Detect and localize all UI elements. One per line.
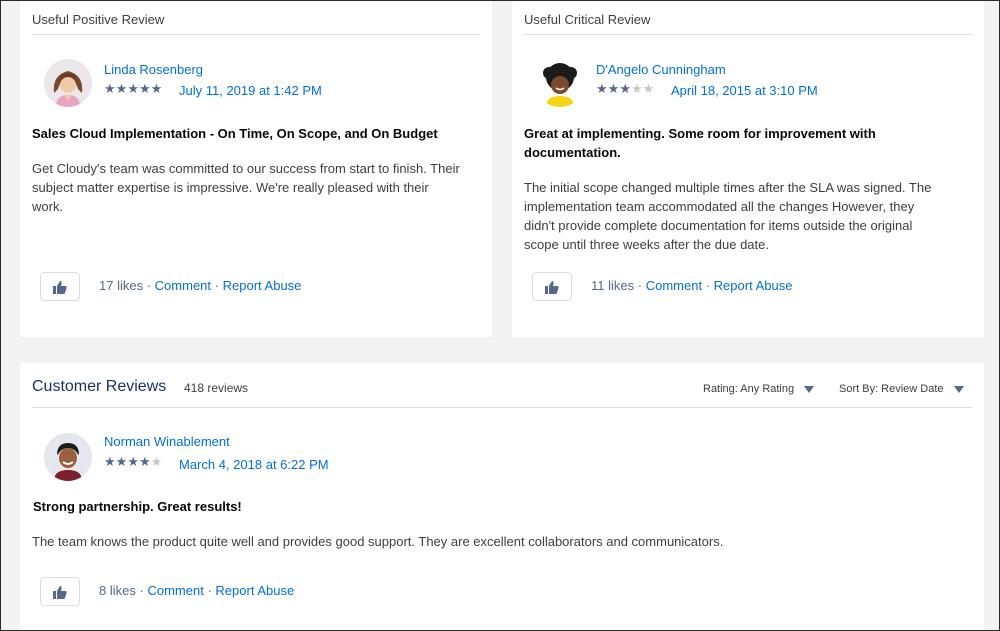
positive-author-link[interactable]: Linda Rosenberg <box>104 62 203 77</box>
star-empty-icon: ★ <box>150 454 163 469</box>
star-filled-icon: ★ <box>138 454 151 469</box>
star-filled-icon: ★ <box>619 81 631 96</box>
positive-body-line: Get Cloudy's team was committed to our s… <box>32 161 460 176</box>
separator: · <box>207 583 212 598</box>
star-empty-icon: ★ <box>642 81 655 96</box>
star-filled-icon: ★ <box>127 81 139 96</box>
star-filled-icon: ★ <box>138 81 151 96</box>
positive-rating-stars: ★★★★★ <box>104 81 162 97</box>
star-filled-icon: ★ <box>104 454 116 469</box>
critical-author-link[interactable]: D'Angelo Cunningham <box>596 62 726 77</box>
rating-filter-dropdown[interactable]: Rating: Any Rating <box>703 383 815 395</box>
separator: · <box>637 278 643 293</box>
sort-filter-dropdown[interactable]: Sort By: Review Date <box>839 383 964 395</box>
positive-review-header: Useful Positive Review <box>32 12 480 35</box>
positive-date-link[interactable]: July 11, 2019 at 1:42 PM <box>179 83 322 98</box>
star-filled-icon: ★ <box>104 81 116 96</box>
thumbs-up-icon <box>53 280 67 294</box>
critical-body-line: The initial scope changed multiple times… <box>524 180 932 195</box>
thumbs-up-icon <box>53 585 67 599</box>
positive-body-line: work. <box>32 199 64 214</box>
star-filled-icon: ★ <box>115 454 128 469</box>
customer-comment-link[interactable]: Comment <box>147 583 203 598</box>
critical-body-line: didn't provide complete documentation fo… <box>524 218 913 233</box>
star-filled-icon: ★ <box>607 81 620 96</box>
star-empty-icon: ★ <box>630 81 643 96</box>
sort-filter-label: Sort By: Review Date <box>839 383 944 395</box>
critical-rating-stars: ★★★★★ <box>596 81 654 97</box>
positive-like-button[interactable] <box>40 272 80 301</box>
dangelo-avatar[interactable] <box>536 59 584 107</box>
linda-avatar[interactable] <box>44 59 92 107</box>
customer-report-abuse-link[interactable]: Report Abuse <box>215 583 294 598</box>
customer-like-button[interactable] <box>40 577 80 606</box>
critical-title-line: documentation. <box>524 145 621 160</box>
positive-review-title: Sales Cloud Implementation - On Time, On… <box>32 126 438 141</box>
divider <box>32 407 972 408</box>
critical-review-title: Great at implementing. Some room for imp… <box>524 124 976 162</box>
critical-review-header: Useful Critical Review <box>524 12 972 35</box>
customer-reviews-title: Customer Reviews <box>32 378 167 395</box>
separator: · <box>146 278 152 293</box>
rating-filter-label: Rating: Any Rating <box>703 383 795 395</box>
critical-review-body: The initial scope changed multiple times… <box>524 178 976 254</box>
separator: · <box>139 583 144 598</box>
positive-review-card: Useful Positive Review Linda Rosenberg ★… <box>20 1 492 337</box>
separator: · <box>705 278 711 293</box>
critical-body-line: implementation team accommodated all the… <box>524 199 915 214</box>
star-filled-icon: ★ <box>150 81 163 96</box>
critical-body-line: scope until three weeks after the due da… <box>524 237 769 252</box>
positive-report-abuse-link[interactable]: Report Abuse <box>223 278 302 293</box>
norman-avatar[interactable] <box>44 433 92 481</box>
customer-rating-stars: ★★★★★ <box>104 454 162 470</box>
star-filled-icon: ★ <box>127 454 139 469</box>
customer-reviews-card: Customer Reviews 418 reviews Rating: Any… <box>20 363 984 630</box>
critical-date-link[interactable]: April 18, 2015 at 3:10 PM <box>671 83 818 98</box>
critical-report-abuse-link[interactable]: Report Abuse <box>714 278 793 293</box>
positive-body-line: subject matter expertise is impressive. … <box>32 180 429 195</box>
customer-review-body: The team knows the product quite well an… <box>32 534 724 549</box>
star-filled-icon: ★ <box>115 81 128 96</box>
page-frame: Useful Positive Review Linda Rosenberg ★… <box>0 0 1000 631</box>
customer-likes-count: 8 likes <box>99 583 136 598</box>
critical-review-card: Useful Critical Review D'Angelo Cunningh… <box>512 1 984 337</box>
critical-actions: 11 likes · Comment · Report Abuse <box>591 278 792 293</box>
critical-like-button[interactable] <box>532 272 572 301</box>
customer-date-link[interactable]: March 4, 2018 at 6:22 PM <box>179 457 329 472</box>
critical-title-line: Great at implementing. Some room for imp… <box>524 126 876 141</box>
star-filled-icon: ★ <box>596 81 608 96</box>
customer-review-title: Strong partnership. Great results! <box>33 499 242 514</box>
positive-actions: 17 likes · Comment · Report Abuse <box>99 278 301 293</box>
positive-likes-count: 17 likes <box>99 278 144 293</box>
chevron-down-icon <box>953 385 964 393</box>
separator: · <box>214 278 219 293</box>
thumbs-up-icon <box>545 280 559 294</box>
positive-comment-link[interactable]: Comment <box>155 278 211 293</box>
customer-actions: 8 likes · Comment · Report Abuse <box>99 583 294 598</box>
critical-likes-count: 11 likes <box>591 278 635 293</box>
customer-author-link[interactable]: Norman Winablement <box>104 434 230 449</box>
positive-review-body: Get Cloudy's team was committed to our s… <box>32 159 484 216</box>
review-count: 418 reviews <box>184 381 249 395</box>
critical-comment-link[interactable]: Comment <box>646 278 702 293</box>
chevron-down-icon <box>804 385 815 393</box>
